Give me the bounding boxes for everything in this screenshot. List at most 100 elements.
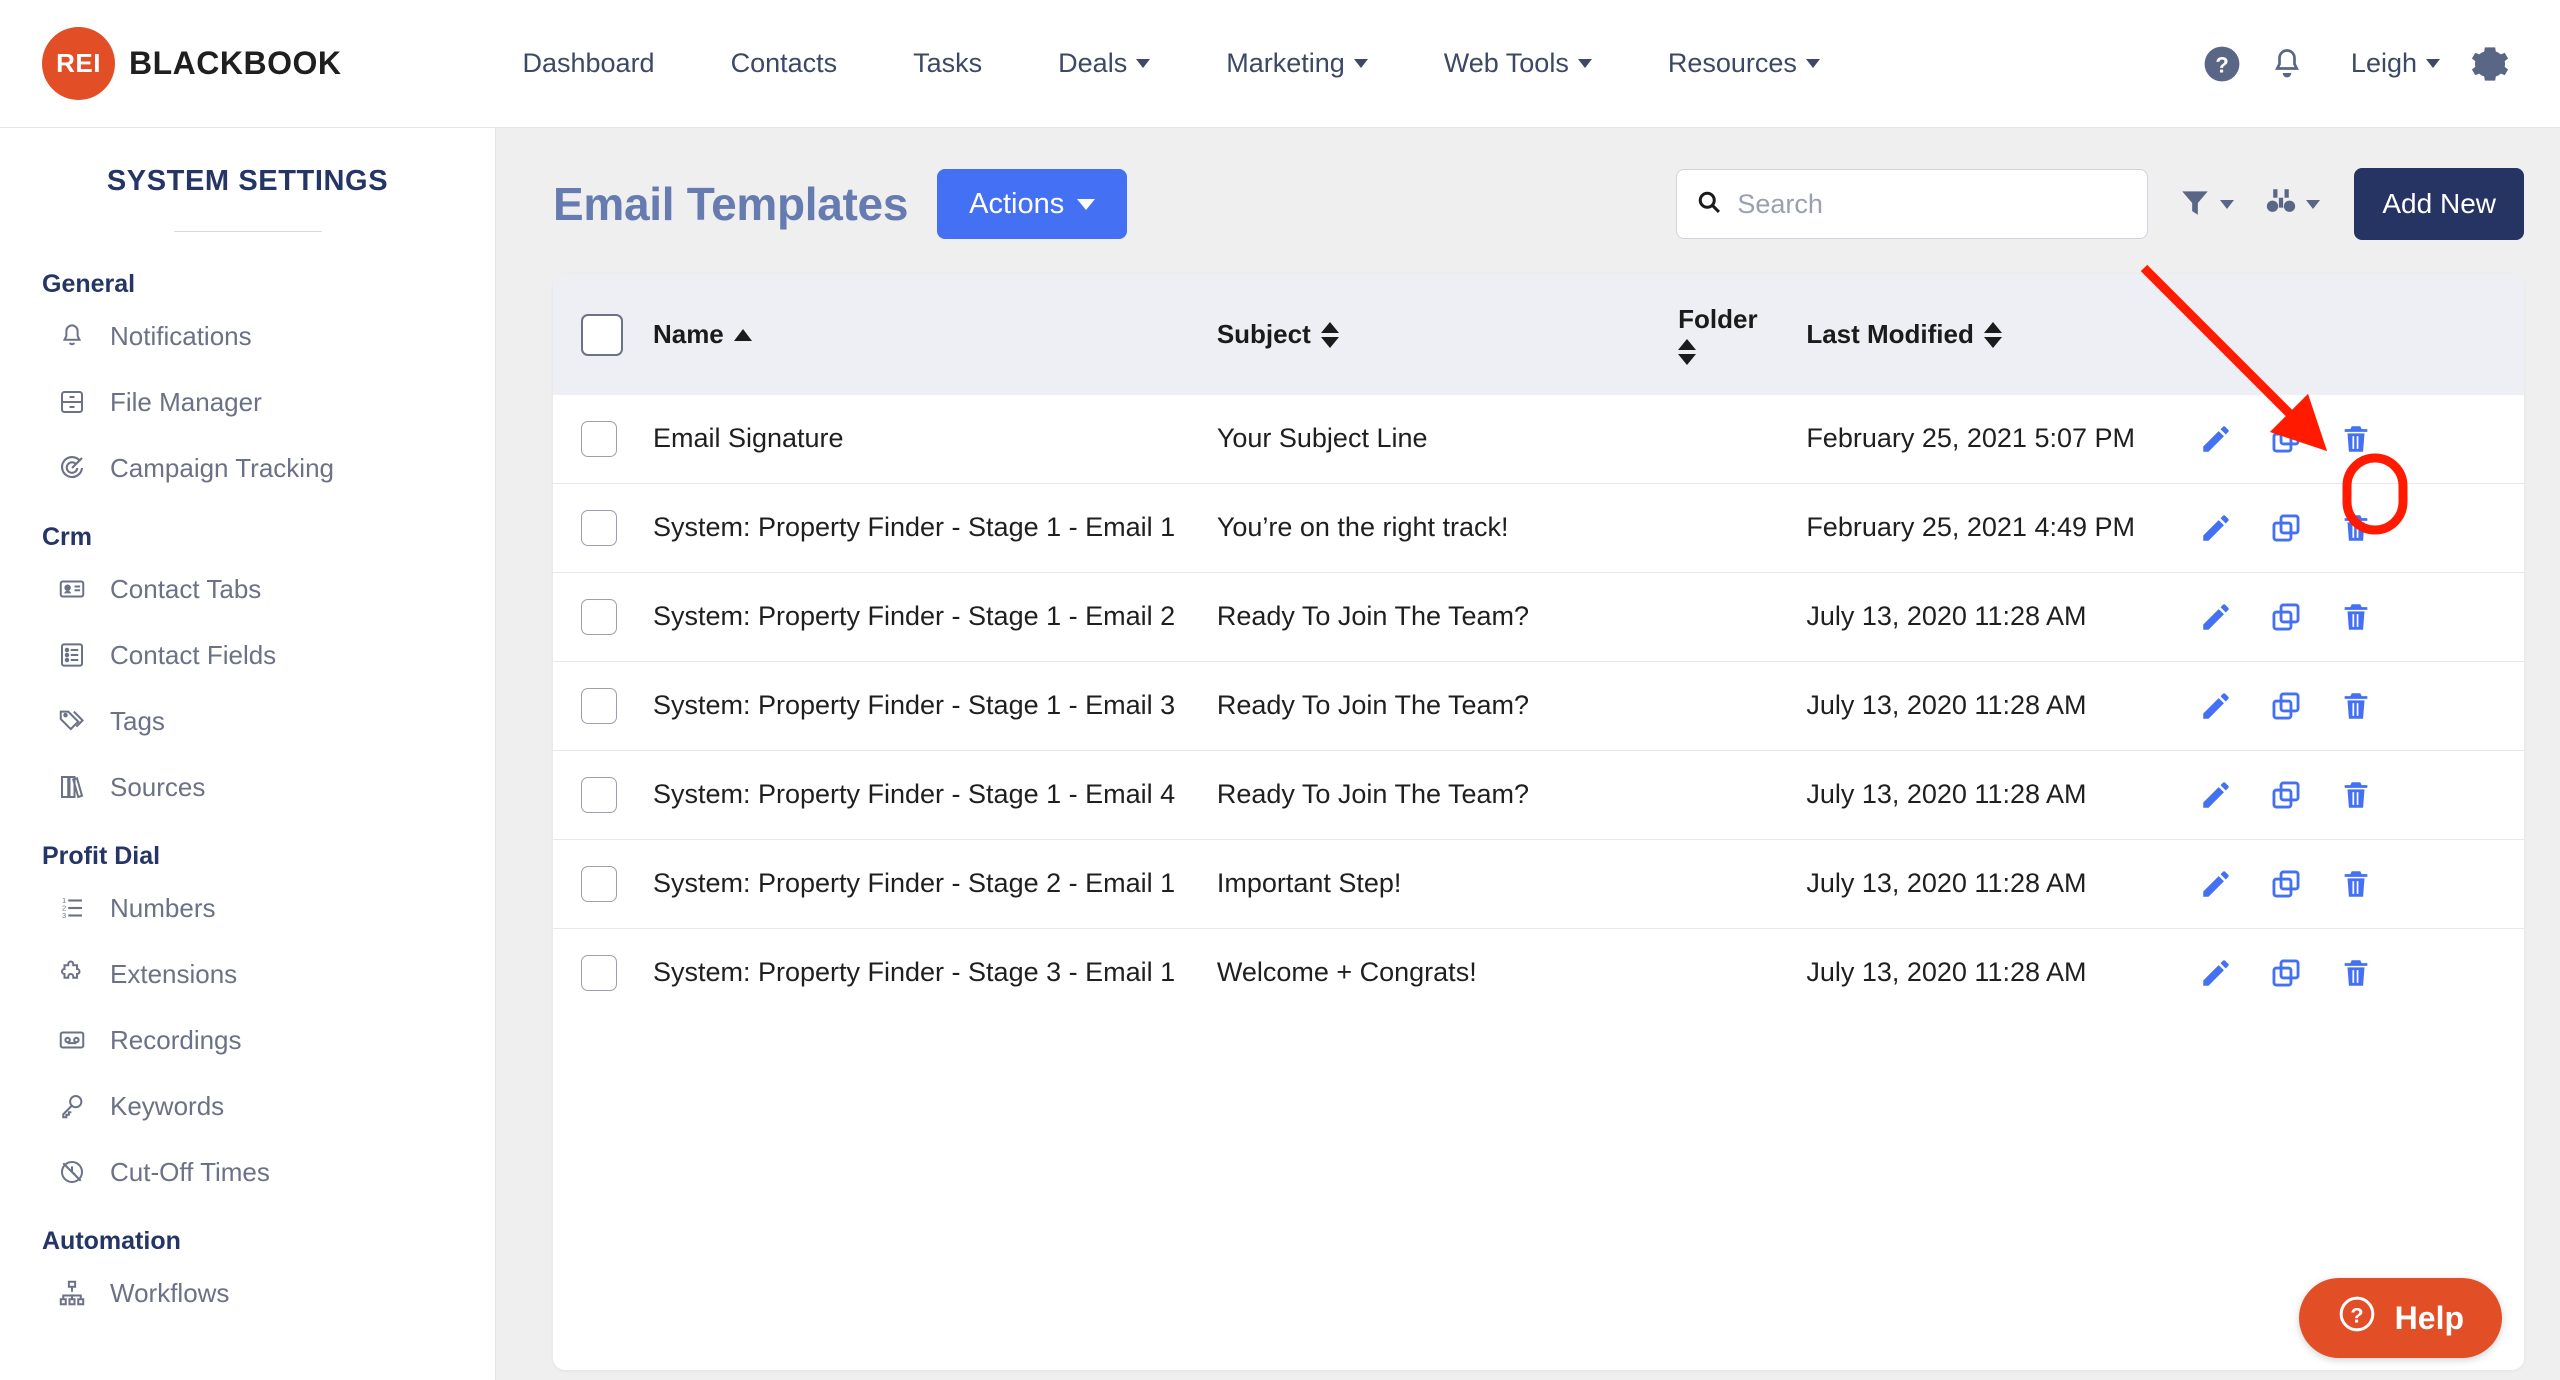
row-checkbox[interactable] [581,688,617,724]
table-row[interactable]: System: Property Finder - Stage 1 - Emai… [553,750,2524,840]
column-label: Name [652,319,724,349]
row-checkbox[interactable] [581,510,617,546]
user-menu[interactable]: Leigh [2319,48,2456,79]
chevron-down-icon [2306,199,2321,209]
question-circle-icon: ? [2337,1294,2377,1342]
row-checkbox[interactable] [581,599,617,635]
duplicate-icon[interactable] [2269,689,2303,723]
email-templates-card: Name Subject Folder Last Modified Email … [553,274,2524,1370]
sidebar-item-sources[interactable]: Sources [0,754,495,820]
row-checkbox[interactable] [581,866,617,902]
sidebar-item-contact-tabs[interactable]: Contact Tabs [0,556,495,622]
column-header-subject[interactable]: Subject [1216,274,1679,395]
row-checkbox[interactable] [581,777,617,813]
search-input[interactable] [1737,188,2130,220]
sidebar-item-recordings[interactable]: Recordings [0,1007,495,1073]
sidebar-group-crm: Crm [42,523,93,551]
nav-item-label: Resources [1667,48,1797,78]
add-new-button[interactable]: Add New [2354,168,2524,240]
column-header-last-modified[interactable]: Last Modified [1806,274,2191,395]
sidebar-item-extensions[interactable]: Extensions [0,941,495,1007]
sidebar-item-label: Campaign Tracking [110,452,334,483]
search-box[interactable] [1676,169,2149,239]
trash-icon[interactable] [2339,422,2373,456]
sidebar-item-file-manager[interactable]: File Manager [0,369,495,435]
cell-subject: You’re on the right track! [1216,483,1679,573]
table-row[interactable]: System: Property Finder - Stage 1 - Emai… [553,661,2524,751]
trash-icon[interactable] [2339,867,2373,901]
pencil-icon[interactable] [2199,422,2233,456]
gear-icon[interactable] [2456,44,2524,84]
duplicate-icon[interactable] [2269,867,2303,901]
trash-icon[interactable] [2339,778,2373,812]
duplicate-icon[interactable] [2269,422,2303,456]
cell-row-actions [2190,839,2524,929]
sidebar-item-keywords[interactable]: Keywords [0,1073,495,1139]
table-row[interactable]: System: Property Finder - Stage 1 - Emai… [553,572,2524,662]
table-row[interactable]: System: Property Finder - Stage 1 - Emai… [553,483,2524,573]
trash-icon[interactable] [2339,956,2373,990]
nav-item-label: Tasks [913,48,983,78]
nav-item-marketing[interactable]: Marketing [1188,48,1406,79]
actions-button[interactable]: Actions [937,169,1128,239]
cell-row-actions [2190,661,2524,751]
contact-card-icon [56,573,88,605]
duplicate-icon[interactable] [2269,956,2303,990]
pencil-icon[interactable] [2199,689,2233,723]
table-body: Email Signature Your Subject Line February… [553,395,2524,1017]
duplicate-icon[interactable] [2269,600,2303,634]
sidebar-item-contact-fields[interactable]: Contact Fields [0,622,495,688]
row-checkbox[interactable] [581,955,617,991]
page-title: Email Templates [553,178,909,230]
cell-folder [1678,839,1807,929]
sidebar-item-tags[interactable]: Tags [0,688,495,754]
help-question-icon[interactable]: ? [2189,45,2255,83]
sidebar-item-label: Sources [110,771,206,802]
help-widget-button[interactable]: ? Help [2298,1278,2502,1358]
column-header-folder[interactable]: Folder [1678,274,1807,395]
nav-item-dashboard[interactable]: Dashboard [484,48,692,79]
cassette-tape-icon [56,1024,88,1056]
column-header-actions [2190,274,2524,395]
table-row[interactable]: Email Signature Your Subject Line February… [553,395,2524,484]
cell-folder [1678,395,1806,484]
sidebar-item-workflows[interactable]: Workflows [0,1260,495,1326]
pencil-icon[interactable] [2199,600,2233,634]
pencil-icon[interactable] [2199,511,2233,545]
duplicate-icon[interactable] [2269,511,2303,545]
sidebar-item-campaign-tracking[interactable]: Campaign Tracking [0,435,495,501]
nav-item-contacts[interactable]: Contacts [693,48,876,79]
select-all-checkbox[interactable] [581,313,623,356]
column-label: Last Modified [1806,319,1974,349]
nav-item-deals[interactable]: Deals [1020,48,1188,79]
pencil-icon[interactable] [2199,867,2233,901]
nav-item-tasks[interactable]: Tasks [875,48,1020,79]
sidebar-item-label: Keywords [110,1090,225,1121]
filter-dropdown[interactable] [2178,185,2235,224]
trash-icon[interactable] [2339,600,2373,634]
row-checkbox[interactable] [581,421,617,457]
trash-icon[interactable] [2339,689,2373,723]
duplicate-icon[interactable] [2269,778,2303,812]
brand-logo[interactable]: REI BLACKBOOK [42,27,341,100]
table-row[interactable]: System: Property Finder - Stage 3 - Emai… [553,928,2524,1017]
bell-icon[interactable] [2255,46,2319,82]
sidebar-item-cut-off-times[interactable]: Cut-Off Times [0,1139,495,1205]
table-row[interactable]: System: Property Finder - Stage 2 - Emai… [553,839,2524,929]
row-select-cell [553,661,653,751]
trash-icon[interactable] [2339,511,2373,545]
view-dropdown[interactable] [2264,185,2321,224]
help-widget-label: Help [2394,1299,2464,1336]
nav-item-resources[interactable]: Resources [1630,48,1858,79]
pencil-icon[interactable] [2199,778,2233,812]
page-header: Email Templates Actions Search Add New [553,165,2560,243]
cell-row-actions [2190,928,2524,1017]
sidebar-title: SYSTEM SETTINGS [106,165,389,197]
nav-item-label: Contacts [730,48,838,78]
nav-item-web-tools[interactable]: Web Tools [1406,48,1630,79]
sidebar-item-numbers[interactable]: 123 Numbers [0,875,495,941]
pencil-icon[interactable] [2199,956,2233,990]
sidebar-item-notifications[interactable]: Notifications [0,303,495,369]
column-header-name[interactable]: Name [652,274,1217,395]
row-select-cell [553,750,653,840]
